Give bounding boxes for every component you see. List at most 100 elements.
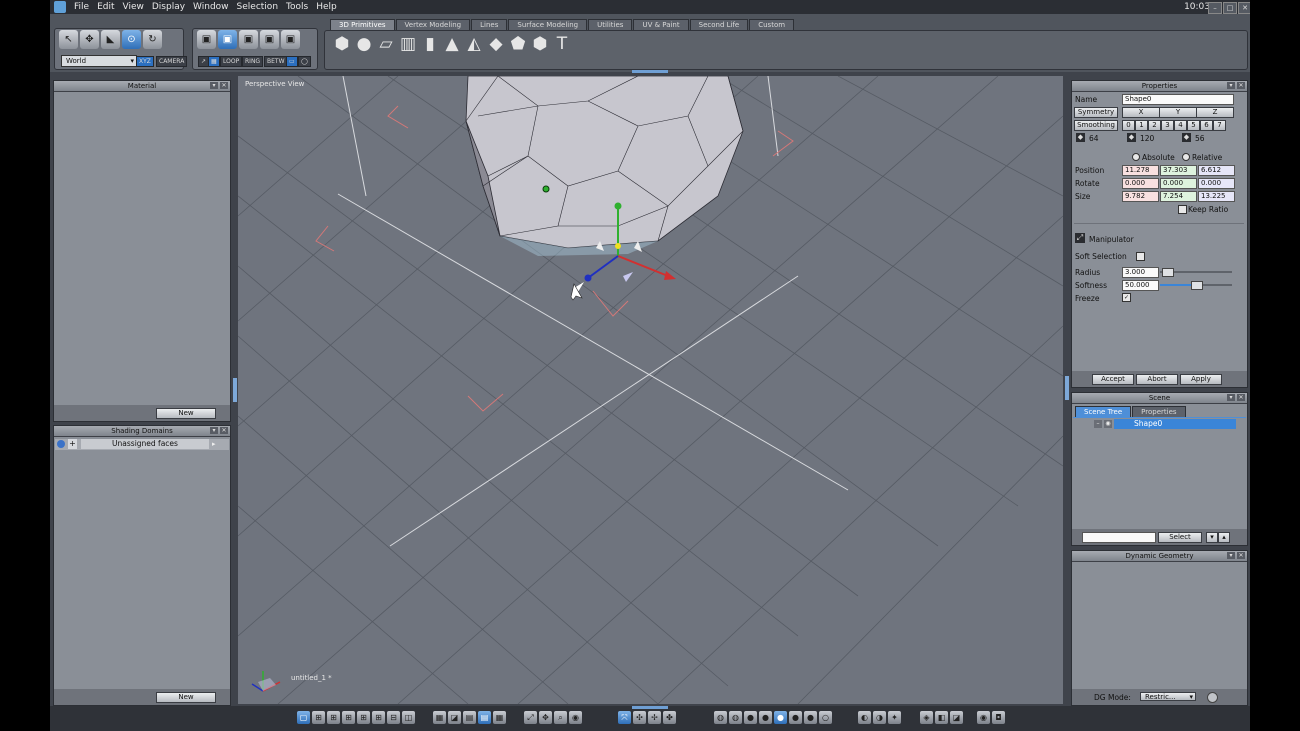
add-domain-button[interactable]: + bbox=[68, 439, 77, 449]
geosphere-primitive-icon[interactable]: ⬟ bbox=[508, 34, 528, 54]
tab-scene-tree[interactable]: Scene Tree bbox=[1075, 406, 1132, 417]
radius-slider-handle[interactable] bbox=[1162, 268, 1175, 277]
tab-scene-properties[interactable]: Properties bbox=[1132, 406, 1186, 417]
menu-window[interactable]: Window bbox=[189, 0, 233, 13]
smoothing-level-5[interactable]: 5 bbox=[1187, 120, 1200, 131]
camera-icon[interactable]: ◘ bbox=[992, 711, 1005, 724]
radius-slider-track[interactable] bbox=[1160, 268, 1232, 277]
panel-menu-icon[interactable]: ▾ bbox=[210, 427, 218, 434]
panel-menu-icon[interactable]: ▾ bbox=[1227, 552, 1235, 559]
navigate-rotate-icon[interactable]: ✣ bbox=[633, 711, 646, 724]
dg-status-icon[interactable] bbox=[1207, 692, 1218, 703]
navigate-icon[interactable]: ⤧ bbox=[618, 711, 631, 724]
scene-search-input[interactable] bbox=[1082, 532, 1156, 543]
position-x-input[interactable]: 11.278 bbox=[1122, 165, 1159, 176]
cone-primitive-icon[interactable]: ▲ bbox=[442, 34, 462, 54]
smoothing-level-7[interactable]: 7 bbox=[1213, 120, 1226, 131]
layout-active-icon[interactable]: ▤ bbox=[478, 711, 491, 724]
select-auto-icon[interactable]: ▣ bbox=[281, 30, 300, 49]
minimize-button[interactable]: – bbox=[1208, 2, 1222, 14]
tab-second-life[interactable]: Second Life bbox=[689, 19, 749, 30]
menu-selection[interactable]: Selection bbox=[233, 0, 282, 13]
menu-edit[interactable]: Edit bbox=[93, 0, 118, 13]
tab-uv-paint[interactable]: UV & Paint bbox=[633, 19, 689, 30]
panel-menu-icon[interactable]: ▾ bbox=[1227, 394, 1235, 401]
rotate-x-input[interactable]: 0.000 bbox=[1122, 178, 1159, 189]
ring-select-button[interactable]: RING bbox=[242, 56, 264, 67]
freeze-checkbox[interactable]: ✓ bbox=[1122, 293, 1131, 302]
absolute-radio[interactable] bbox=[1132, 153, 1140, 161]
split-vertical-icon[interactable]: ◫ bbox=[402, 711, 415, 724]
select-tool-icon[interactable]: ↖ bbox=[59, 30, 78, 49]
coord-system-select[interactable]: World ▾ bbox=[61, 55, 137, 67]
abort-button[interactable]: Abort bbox=[1136, 374, 1178, 385]
disk-primitive-icon[interactable]: ◆ bbox=[486, 34, 506, 54]
preview-shading-icon[interactable]: ● bbox=[804, 711, 817, 724]
loop-select-button[interactable]: LOOP bbox=[220, 56, 243, 67]
pyramid-primitive-icon[interactable]: ◭ bbox=[464, 34, 484, 54]
smoothing-level-3[interactable]: 3 bbox=[1161, 120, 1174, 131]
softness-slider-track[interactable] bbox=[1160, 281, 1232, 290]
menu-help[interactable]: Help bbox=[312, 0, 341, 13]
menu-file[interactable]: File bbox=[70, 0, 93, 13]
box-grid-primitive-icon[interactable]: ▥ bbox=[398, 34, 418, 54]
rotate-tool-icon[interactable]: ↻ bbox=[143, 30, 162, 49]
select-vertex-icon[interactable]: ▣ bbox=[197, 30, 216, 49]
plane-primitive-icon[interactable]: ▱ bbox=[376, 34, 396, 54]
softness-input[interactable]: 50.000 bbox=[1122, 280, 1159, 291]
symmetry-button[interactable]: Symmetry bbox=[1074, 107, 1118, 118]
smoothing-level-1[interactable]: 1 bbox=[1135, 120, 1148, 131]
radius-input[interactable]: 3.000 bbox=[1122, 267, 1159, 278]
accept-button[interactable]: Accept bbox=[1092, 374, 1134, 385]
magic-select-icon[interactable]: ▦ bbox=[208, 56, 220, 67]
zoom-extents-icon[interactable]: ⤢ bbox=[524, 711, 537, 724]
cylinder-primitive-icon[interactable]: ▮ bbox=[420, 34, 440, 54]
orbit-view-icon[interactable]: ◉ bbox=[569, 711, 582, 724]
hidden-line-shading-icon[interactable]: ◍ bbox=[729, 711, 742, 724]
size-x-input[interactable]: 9.782 bbox=[1122, 191, 1159, 202]
split-view-c-icon[interactable]: ⊞ bbox=[357, 711, 370, 724]
menu-tools[interactable]: Tools bbox=[282, 0, 312, 13]
universal-manipulator-icon[interactable]: ⊙ bbox=[122, 30, 141, 49]
grid-icon[interactable]: ▦ bbox=[433, 711, 446, 724]
tab-surface-modeling[interactable]: Surface Modeling bbox=[508, 19, 588, 30]
select-edge-icon[interactable]: ▣ bbox=[218, 30, 237, 49]
maximize-button[interactable]: □ bbox=[1223, 2, 1237, 14]
symmetry-z-button[interactable]: Z bbox=[1196, 107, 1234, 118]
tab-custom[interactable]: Custom bbox=[749, 19, 795, 30]
light-icon[interactable]: ◐ bbox=[858, 711, 871, 724]
symmetry-x-button[interactable]: X bbox=[1122, 107, 1160, 118]
panel-close-icon[interactable]: ✕ bbox=[220, 427, 228, 434]
split-view-d-icon[interactable]: ⊞ bbox=[372, 711, 385, 724]
perspective-viewport[interactable]: Perspective View untitled_1 * bbox=[238, 76, 1063, 704]
selected-polyhedron[interactable] bbox=[465, 76, 744, 256]
navigate-walk-icon[interactable]: ✤ bbox=[663, 711, 676, 724]
panel-menu-icon[interactable]: ▾ bbox=[1227, 82, 1235, 89]
smoothing-level-6[interactable]: 6 bbox=[1200, 120, 1213, 131]
navigate-move-icon[interactable]: ✢ bbox=[648, 711, 661, 724]
split-horizontal-icon[interactable]: ⊟ bbox=[387, 711, 400, 724]
left-dock-handle[interactable] bbox=[233, 378, 237, 402]
sphere-primitive-icon[interactable]: ● bbox=[354, 34, 374, 54]
shading-domain-row[interactable]: + Unassigned faces ▸ bbox=[55, 439, 229, 450]
menu-display[interactable]: Display bbox=[148, 0, 189, 13]
polyhedron-primitive-icon[interactable]: ⬢ bbox=[530, 34, 550, 54]
tab-vertex-modeling[interactable]: Vertex Modeling bbox=[395, 19, 471, 30]
new-material-button[interactable]: New bbox=[156, 408, 216, 419]
snap-icon[interactable]: ◪ bbox=[448, 711, 461, 724]
scene-tree-item-shape0[interactable]: Shape0 bbox=[1114, 419, 1236, 429]
xyz-mode-button[interactable]: XYZ bbox=[136, 56, 154, 67]
name-input[interactable]: Shape0 bbox=[1122, 94, 1234, 105]
new-domain-button[interactable]: New bbox=[156, 692, 216, 703]
chevron-down-icon[interactable]: ▾ bbox=[1206, 532, 1218, 543]
panel-close-icon[interactable]: ✕ bbox=[1237, 552, 1245, 559]
tab-utilities[interactable]: Utilities bbox=[588, 19, 633, 30]
menu-view[interactable]: View bbox=[119, 0, 148, 13]
soft-selection-checkbox[interactable] bbox=[1136, 252, 1145, 261]
grow-select-icon[interactable]: ▭ bbox=[286, 56, 298, 67]
symmetry-y-button[interactable]: Y bbox=[1159, 107, 1197, 118]
flat-shading-icon[interactable]: ● bbox=[744, 711, 757, 724]
chevron-up-icon[interactable]: ▴ bbox=[1218, 532, 1230, 543]
occlusion-icon[interactable]: ✦ bbox=[888, 711, 901, 724]
tab-lines[interactable]: Lines bbox=[471, 19, 508, 30]
